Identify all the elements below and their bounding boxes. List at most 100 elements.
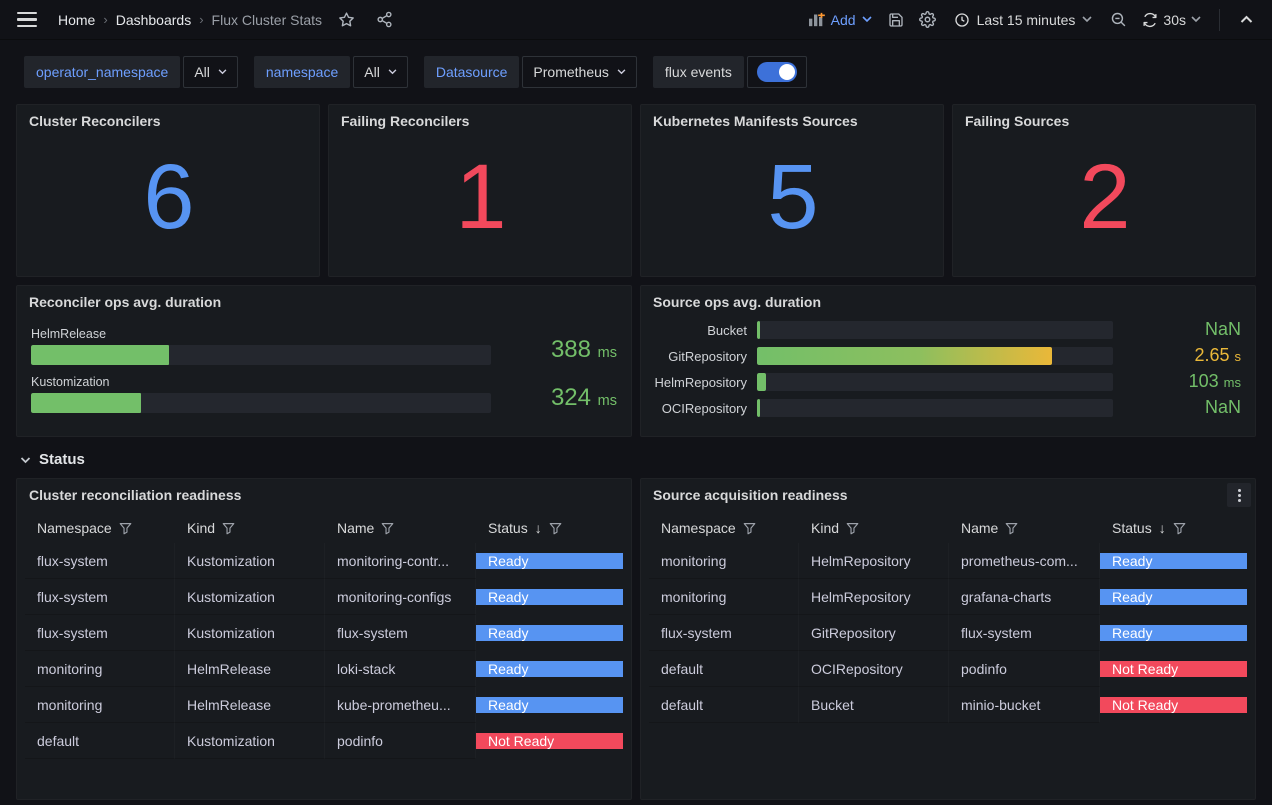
- time-range-label: Last 15 minutes: [977, 12, 1076, 28]
- cell-status: Not Ready: [476, 723, 623, 759]
- column-header-kind[interactable]: Kind: [175, 520, 325, 536]
- variable-label-operator-namespace: operator_namespace: [24, 56, 180, 88]
- filter-icon[interactable]: [743, 522, 756, 535]
- variable-select-datasource[interactable]: Prometheus: [522, 56, 636, 88]
- cell-namespace: monitoring: [649, 579, 799, 615]
- table-row[interactable]: monitoring HelmRepository prometheus-com…: [649, 543, 1247, 579]
- status-badge: Not Ready: [476, 733, 623, 749]
- table-row[interactable]: flux-system Kustomization flux-system Re…: [25, 615, 623, 651]
- status-badge: Ready: [1100, 625, 1247, 641]
- cell-namespace: default: [649, 651, 799, 687]
- panel-title[interactable]: Reconciler ops avg. duration: [17, 286, 631, 310]
- gauge-row-bucket: Bucket NaN: [651, 321, 1241, 339]
- dashboard-filter-bar: operator_namespace All namespace All Dat…: [0, 40, 1272, 96]
- column-header-namespace[interactable]: Namespace: [25, 520, 175, 536]
- add-button[interactable]: Add: [802, 12, 878, 28]
- clock-icon: [954, 12, 970, 28]
- column-header-name[interactable]: Name: [949, 520, 1100, 536]
- panel-title[interactable]: Cluster Reconcilers: [17, 105, 319, 129]
- table-row[interactable]: default Bucket minio-bucket Not Ready: [649, 687, 1247, 723]
- cell-namespace: flux-system: [25, 615, 175, 651]
- table: Namespace Kind Name Status ↓: [25, 513, 623, 759]
- table-row[interactable]: default Kustomization podinfo Not Ready: [25, 723, 623, 759]
- share-icon[interactable]: [370, 6, 398, 34]
- gauge-bar: [757, 373, 766, 391]
- gauge-label: GitRepository: [651, 349, 747, 364]
- gauge-row-kustomization: Kustomization 324 ms: [31, 375, 617, 413]
- row-header-status[interactable]: Status: [16, 437, 1256, 478]
- breadcrumb-home[interactable]: Home: [58, 12, 95, 28]
- sort-desc-icon[interactable]: ↓: [535, 520, 542, 536]
- column-header-status[interactable]: Status ↓: [476, 520, 623, 536]
- status-badge: Not Ready: [1100, 697, 1247, 713]
- filter-icon[interactable]: [1173, 522, 1186, 535]
- flux-events-label: flux events: [653, 56, 744, 88]
- table-row[interactable]: default OCIRepository podinfo Not Ready: [649, 651, 1247, 687]
- cell-status: Ready: [476, 579, 623, 615]
- chevron-down-icon: [1082, 16, 1092, 23]
- table-row[interactable]: flux-system Kustomization monitoring-con…: [25, 579, 623, 615]
- variable-select-namespace[interactable]: All: [353, 56, 408, 88]
- filter-icon[interactable]: [381, 522, 394, 535]
- column-header-name[interactable]: Name: [325, 520, 476, 536]
- gear-icon[interactable]: [914, 6, 942, 34]
- cell-kind: Kustomization: [175, 723, 325, 759]
- panel-title[interactable]: Cluster reconciliation readiness: [17, 479, 631, 503]
- breadcrumb-current-page: Flux Cluster Stats: [212, 12, 322, 28]
- panel-title[interactable]: Failing Sources: [953, 105, 1255, 129]
- save-icon[interactable]: [882, 6, 910, 34]
- status-badge: Not Ready: [1100, 661, 1247, 677]
- panel-title[interactable]: Source ops avg. duration: [641, 286, 1255, 310]
- toggle-switch-on[interactable]: [757, 62, 797, 82]
- panel-title[interactable]: Failing Reconcilers: [329, 105, 631, 129]
- flux-events-toggle[interactable]: [747, 56, 807, 88]
- table: Namespace Kind Name Status ↓: [649, 513, 1247, 723]
- panel-failing-reconcilers: Failing Reconcilers 1: [328, 104, 632, 277]
- time-range-picker[interactable]: Last 15 minutes: [946, 12, 1101, 28]
- cell-kind: HelmRepository: [799, 579, 949, 615]
- cell-name: minio-bucket: [949, 687, 1100, 723]
- breadcrumb-dashboards[interactable]: Dashboards: [116, 12, 192, 28]
- panel-kubernetes-manifests-sources: Kubernetes Manifests Sources 5: [640, 104, 944, 277]
- refresh-controls[interactable]: 30s: [1136, 12, 1207, 28]
- breadcrumb-separator: ›: [199, 12, 203, 27]
- table-row[interactable]: monitoring HelmRepository grafana-charts…: [649, 579, 1247, 615]
- filter-icon[interactable]: [222, 522, 235, 535]
- cell-status: Ready: [1100, 543, 1247, 579]
- status-badge: Ready: [1100, 553, 1247, 569]
- filter-icon[interactable]: [549, 522, 562, 535]
- cell-kind: GitRepository: [799, 615, 949, 651]
- gauge-bar: [31, 393, 141, 413]
- panel-cluster-reconciliation-readiness: Cluster reconciliation readiness Namespa…: [16, 478, 632, 800]
- table-panels-row: Cluster reconciliation readiness Namespa…: [16, 478, 1256, 800]
- panel-menu-icon[interactable]: [1227, 483, 1251, 507]
- zoom-out-icon[interactable]: [1104, 6, 1132, 34]
- cell-name: podinfo: [949, 651, 1100, 687]
- gauge-track: [31, 393, 491, 413]
- table-row[interactable]: monitoring HelmRelease kube-prometheu...…: [25, 687, 623, 723]
- column-header-kind[interactable]: Kind: [799, 520, 949, 536]
- breadcrumb: Home › Dashboards › Flux Cluster Stats: [58, 12, 322, 28]
- cell-kind: HelmRelease: [175, 687, 325, 723]
- column-header-namespace[interactable]: Namespace: [649, 520, 799, 536]
- panel-title[interactable]: Source acquisition readiness: [641, 479, 1255, 503]
- gauge-row-gitrepository: GitRepository 2.65 s: [651, 347, 1241, 365]
- cell-name: grafana-charts: [949, 579, 1100, 615]
- status-badge: Ready: [1100, 589, 1247, 605]
- status-badge: Ready: [476, 625, 623, 641]
- filter-icon[interactable]: [846, 522, 859, 535]
- table-row[interactable]: flux-system GitRepository flux-system Re…: [649, 615, 1247, 651]
- chevron-up-icon[interactable]: [1232, 6, 1260, 34]
- filter-icon[interactable]: [119, 522, 132, 535]
- table-row[interactable]: flux-system Kustomization monitoring-con…: [25, 543, 623, 579]
- column-header-status[interactable]: Status ↓: [1100, 520, 1247, 536]
- menu-icon[interactable]: [16, 9, 38, 31]
- filter-icon[interactable]: [1005, 522, 1018, 535]
- variable-select-operator-namespace[interactable]: All: [183, 56, 238, 88]
- gauge-value: 324 ms: [505, 386, 617, 413]
- panel-title[interactable]: Kubernetes Manifests Sources: [641, 105, 943, 129]
- table-row[interactable]: monitoring HelmRelease loki-stack Ready: [25, 651, 623, 687]
- cell-namespace: flux-system: [25, 543, 175, 579]
- sort-desc-icon[interactable]: ↓: [1159, 520, 1166, 536]
- star-icon[interactable]: [332, 6, 360, 34]
